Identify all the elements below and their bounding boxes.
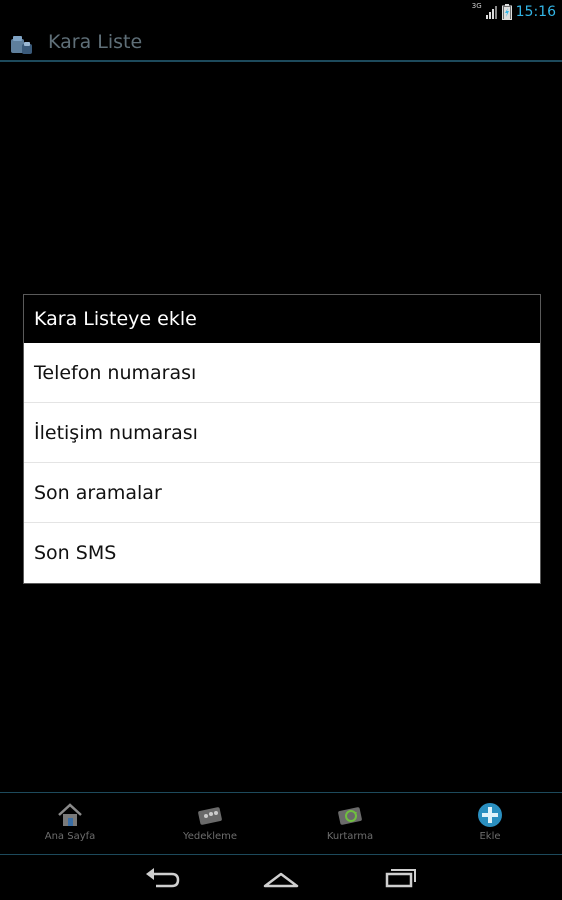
dialog-options-list: Telefon numarası İletişim numarası Son a… [24,343,540,583]
option-recent-sms[interactable]: Son SMS [24,523,540,583]
dialog-title: Kara Listeye ekle [34,308,197,330]
network-type-label: 3G [471,2,482,10]
system-navigation-bar [0,855,562,900]
backup-icon [198,807,222,825]
tab-home-label: Ana Sayfa [44,831,96,842]
status-icons: 3G 15:16 [472,0,556,24]
tab-add-label: Ekle [479,831,501,842]
restore-icon [338,807,362,825]
action-bar: Kara Liste [0,24,562,62]
option-contact-number[interactable]: İletişim numarası [24,403,540,463]
tab-backup-label: Yedekleme [182,831,238,842]
app-title: Kara Liste [48,31,143,53]
bottom-tab-bar: Ana Sayfa Yedekleme Kurtarma Ekle [0,792,562,855]
home-icon [58,803,82,826]
option-phone-number[interactable]: Telefon numarası [24,343,540,403]
recent-apps-icon[interactable] [381,864,421,892]
option-recent-calls[interactable]: Son aramalar [24,463,540,523]
tab-restore-label: Kurtarma [326,831,374,842]
home-icon[interactable] [261,864,301,892]
add-icon [478,803,502,827]
app-logo-icon[interactable] [8,30,34,56]
add-to-blacklist-dialog: Kara Listeye ekle Telefon numarası İleti… [23,294,541,584]
tab-home[interactable]: Ana Sayfa [0,793,140,855]
battery-charging-icon [501,4,512,20]
tab-backup[interactable]: Yedekleme [140,793,280,855]
tab-restore[interactable]: Kurtarma [280,793,420,855]
tab-add[interactable]: Ekle [420,793,560,855]
back-icon[interactable] [142,864,182,892]
signal-icon [485,6,497,19]
status-bar: 3G 15:16 [0,0,562,24]
clock: 15:16 [515,4,556,20]
action-bar-divider [0,60,562,62]
